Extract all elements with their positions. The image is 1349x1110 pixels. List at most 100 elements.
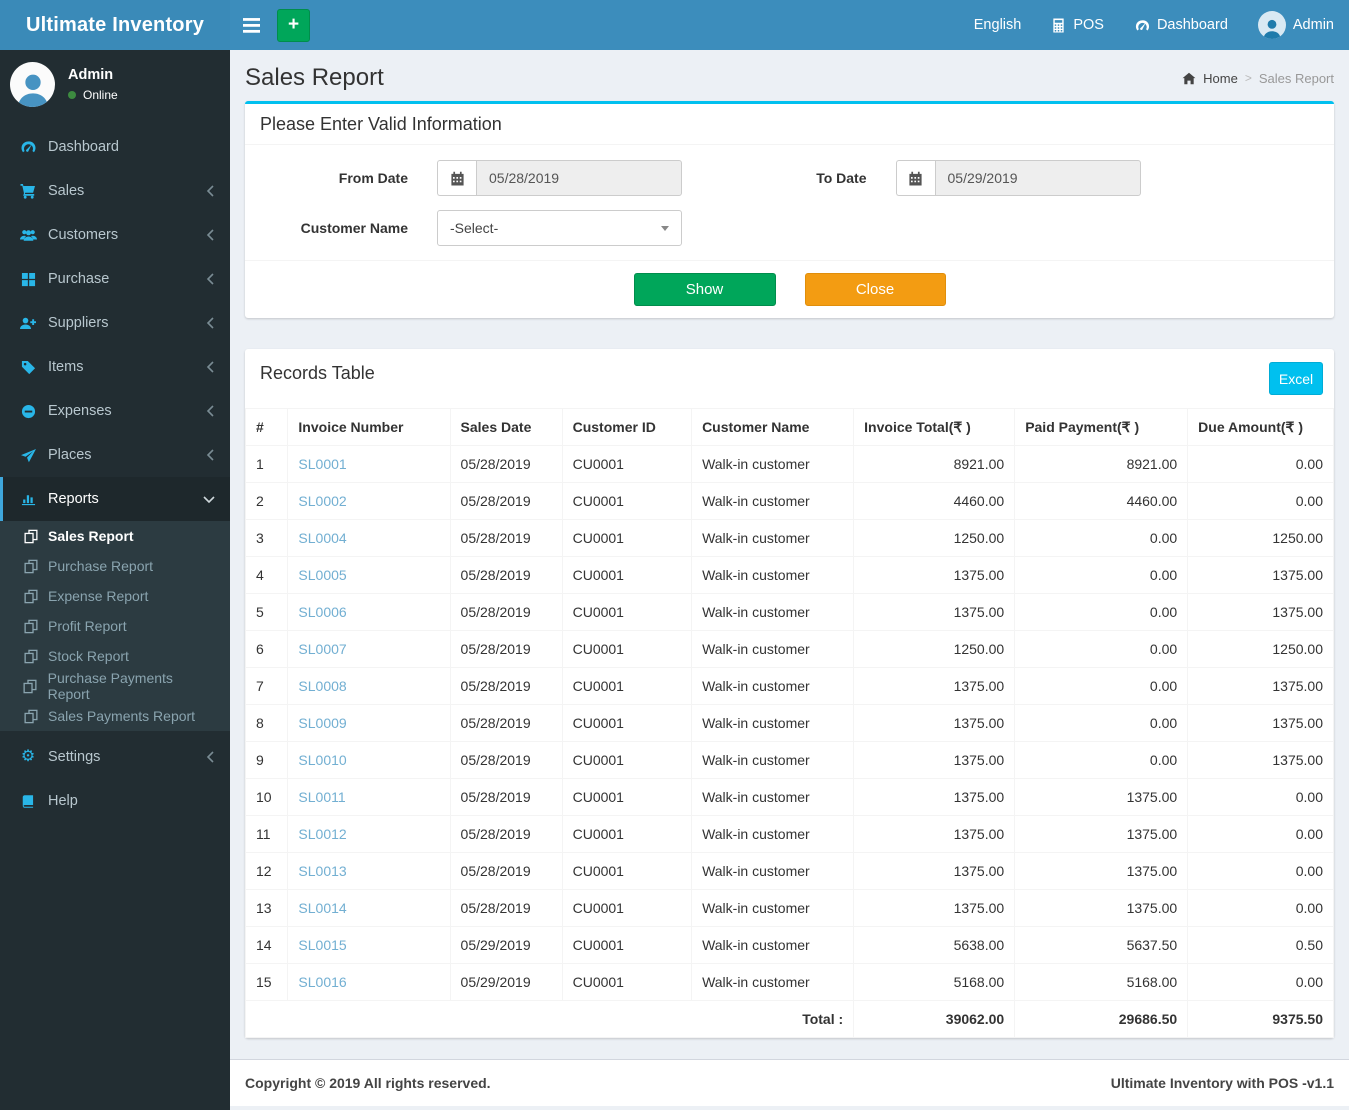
sidebar-item-sales[interactable]: Sales <box>0 169 230 213</box>
pos-link[interactable]: POS <box>1036 0 1119 50</box>
sidebar-item-purchase-report[interactable]: Purchase Report <box>0 551 230 581</box>
row-index: 9 <box>244 741 289 779</box>
customer-name-cell: Walk-in customer <box>691 852 855 890</box>
customer-id-cell: CU0001 <box>561 741 693 779</box>
col-header-paid-payment: Paid Payment(₹ ) <box>1014 408 1189 446</box>
table-header-row: # Invoice Number Sales Date Customer ID … <box>244 408 1334 446</box>
col-header-sales-date: Sales Date <box>449 408 563 446</box>
sidebar-item-expenses[interactable]: Expenses <box>0 389 230 433</box>
invoice-link[interactable]: SL0005 <box>298 567 346 583</box>
invoice-link[interactable]: SL0015 <box>298 937 346 953</box>
col-header-invoice-total: Invoice Total(₹ ) <box>853 408 1016 446</box>
customer-id-cell: CU0001 <box>561 630 693 668</box>
paid-payment-cell: 1375.00 <box>1014 889 1189 927</box>
paid-payment-cell: 5637.50 <box>1014 926 1189 964</box>
sidebar-menu-bottom: ⚙ Settings Help <box>0 735 230 823</box>
due-amount-cell: 0.00 <box>1187 482 1334 520</box>
breadcrumb-home[interactable]: Home <box>1203 71 1238 86</box>
book-icon <box>18 794 38 809</box>
customer-select[interactable]: -Select- <box>437 210 682 246</box>
version-text: Ultimate Inventory with POS -v1.1 <box>1110 1075 1334 1091</box>
row-index: 8 <box>244 704 289 742</box>
invoice-link[interactable]: SL0014 <box>298 900 346 916</box>
sidebar-item-reports[interactable]: Reports <box>0 477 230 521</box>
sidebar-item-dashboard[interactable]: Dashboard <box>0 125 230 169</box>
language-menu[interactable]: English <box>959 0 1037 50</box>
col-header-customer-id: Customer ID <box>561 408 693 446</box>
table-row: 10 SL0011 05/28/2019 CU0001 Walk-in cust… <box>244 778 1334 816</box>
due-amount-cell: 0.00 <box>1187 852 1334 890</box>
table-row: 14 SL0015 05/29/2019 CU0001 Walk-in cust… <box>244 926 1334 964</box>
sidebar-item-suppliers[interactable]: Suppliers <box>0 301 230 345</box>
copy-icon <box>22 649 39 664</box>
sidebar-item-profit-report[interactable]: Profit Report <box>0 611 230 641</box>
add-new-button[interactable]: + <box>277 8 310 42</box>
from-date-input[interactable] <box>476 160 682 196</box>
invoice-link[interactable]: SL0012 <box>298 826 346 842</box>
sidebar-item-stock-report[interactable]: Stock Report <box>0 641 230 671</box>
calendar-icon[interactable] <box>895 160 935 196</box>
customer-name-cell: Walk-in customer <box>691 815 855 853</box>
sidebar-item-places[interactable]: Places <box>0 433 230 477</box>
customer-id-cell: CU0001 <box>561 815 693 853</box>
invoice-link[interactable]: SL0011 <box>298 789 345 805</box>
sidebar-item-settings[interactable]: ⚙ Settings <box>0 735 230 779</box>
due-amount-cell: 0.00 <box>1187 445 1334 483</box>
table-row: 11 SL0012 05/28/2019 CU0001 Walk-in cust… <box>244 815 1334 853</box>
due-amount-cell: 0.00 <box>1187 889 1334 927</box>
sales-date-cell: 05/28/2019 <box>449 482 563 520</box>
invoice-link[interactable]: SL0001 <box>298 456 346 472</box>
invoice-link[interactable]: SL0002 <box>298 493 346 509</box>
sidebar-item-help[interactable]: Help <box>0 779 230 823</box>
invoice-link[interactable]: SL0008 <box>298 678 346 694</box>
table-row: 3 SL0004 05/28/2019 CU0001 Walk-in custo… <box>244 519 1334 557</box>
dashboard-link[interactable]: Dashboard <box>1119 0 1243 50</box>
close-button[interactable]: Close <box>804 273 946 306</box>
invoice-link[interactable]: SL0004 <box>298 530 346 546</box>
sidebar-item-sales-report[interactable]: Sales Report <box>0 521 230 551</box>
invoice-link[interactable]: SL0016 <box>298 974 346 990</box>
paper-plane-icon <box>18 448 38 463</box>
customer-id-cell: CU0001 <box>561 667 693 705</box>
sidebar-item-items[interactable]: Items <box>0 345 230 389</box>
calendar-icon[interactable] <box>437 160 476 196</box>
breadcrumb: Home > Sales Report <box>1182 71 1334 86</box>
customer-name-cell: Walk-in customer <box>691 778 855 816</box>
sidebar-item-purchase-payments-report[interactable]: Purchase Payments Report <box>0 670 230 702</box>
invoice-link[interactable]: SL0010 <box>298 752 346 768</box>
top-navbar: Ultimate Inventory + English POS Dashboa… <box>0 0 1349 50</box>
sidebar-item-customers[interactable]: Customers <box>0 213 230 257</box>
sidebar-item-expense-report[interactable]: Expense Report <box>0 581 230 611</box>
invoice-total-cell: 8921.00 <box>853 445 1016 483</box>
sidebar-item-sales-payments-report[interactable]: Sales Payments Report <box>0 701 230 731</box>
paid-payment-cell: 4460.00 <box>1014 482 1189 520</box>
customer-name-cell: Walk-in customer <box>691 556 855 594</box>
chevron-left-icon <box>206 449 215 461</box>
customer-id-cell: CU0001 <box>561 926 693 964</box>
row-index: 13 <box>244 889 289 927</box>
customer-id-cell: CU0001 <box>561 482 693 520</box>
customer-id-cell: CU0001 <box>561 519 693 557</box>
row-index: 12 <box>244 852 289 890</box>
table-row: 8 SL0009 05/28/2019 CU0001 Walk-in custo… <box>244 704 1334 742</box>
due-amount-cell: 0.00 <box>1187 778 1334 816</box>
excel-export-button[interactable]: Excel <box>1269 362 1323 395</box>
invoice-link[interactable]: SL0009 <box>298 715 346 731</box>
invoice-link[interactable]: SL0006 <box>298 604 346 620</box>
show-button[interactable]: Show <box>633 273 776 306</box>
row-index: 15 <box>244 963 289 1001</box>
brand-logo[interactable]: Ultimate Inventory <box>0 0 230 50</box>
copy-icon <box>22 709 39 724</box>
cart-icon <box>18 183 38 199</box>
invoice-link[interactable]: SL0007 <box>298 641 346 657</box>
sales-date-cell: 05/28/2019 <box>449 593 563 631</box>
paid-payment-cell: 1375.00 <box>1014 852 1189 890</box>
user-label: Admin <box>1292 17 1334 33</box>
sidebar-item-purchase[interactable]: Purchase <box>0 257 230 301</box>
invoice-link[interactable]: SL0013 <box>298 863 346 879</box>
user-menu[interactable]: Admin <box>1243 0 1349 50</box>
sidebar-user-name: Admin <box>68 67 114 83</box>
sidebar-toggle-button[interactable] <box>230 0 273 50</box>
to-date-input[interactable] <box>934 160 1141 196</box>
sidebar-user-panel: Admin Online <box>0 50 230 121</box>
